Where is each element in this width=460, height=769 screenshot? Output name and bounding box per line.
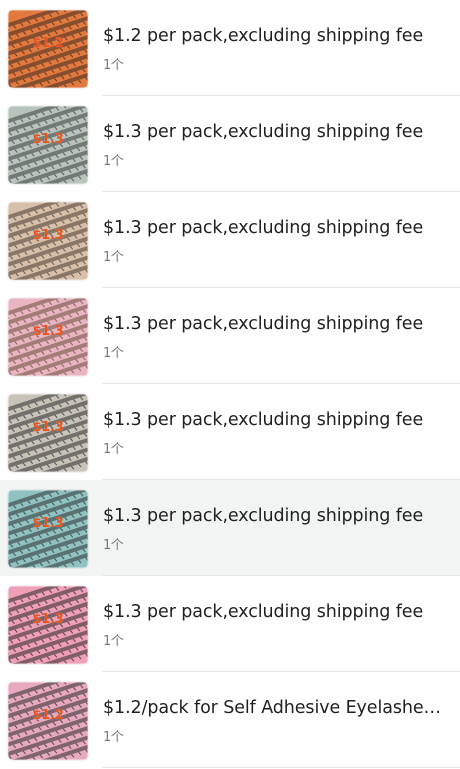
- list-item[interactable]: $1.2 $1.2/pack for Self Adhesive Eyelash…: [0, 672, 460, 768]
- product-thumbnail[interactable]: $1.3: [8, 298, 88, 376]
- thumbnail-price-label: $1.3: [32, 131, 64, 147]
- list-item[interactable]: $1.3 $1.3 per pack,excluding shipping fe…: [0, 96, 460, 192]
- thumbnail-price-label: $1.3: [32, 515, 64, 531]
- item-title: $1.3 per pack,excluding shipping fee: [103, 122, 424, 142]
- item-title: $1.3 per pack,excluding shipping fee: [103, 314, 424, 334]
- list-item[interactable]: $1.3 $1.3 per pack,excluding shipping fe…: [0, 192, 460, 288]
- list-item[interactable]: $1.3 $1.3 per pack,excluding shipping fe…: [0, 384, 460, 480]
- item-quantity: 1个: [103, 442, 124, 457]
- item-quantity: 1个: [103, 58, 124, 73]
- divider: [102, 767, 460, 768]
- item-title: $1.2 per pack,excluding shipping fee: [103, 26, 424, 46]
- list-item[interactable]: $1.2 $1.2 per pack,excluding shipping fe…: [0, 0, 460, 96]
- thumbnail-price-label: $1.3: [32, 323, 64, 339]
- item-title: $1.3 per pack,excluding shipping fee: [103, 602, 424, 622]
- item-title: $1.2/pack for Self Adhesive Eyelashes,ex…: [103, 698, 448, 718]
- list-item[interactable]: $1.3 $1.3 per pack,excluding shipping fe…: [0, 288, 460, 384]
- product-thumbnail[interactable]: $1.3: [8, 394, 88, 472]
- item-quantity: 1个: [103, 538, 124, 553]
- product-thumbnail[interactable]: $1.2: [8, 682, 88, 760]
- item-title: $1.3 per pack,excluding shipping fee: [103, 506, 424, 526]
- item-quantity: 1个: [103, 634, 124, 649]
- item-quantity: 1个: [103, 346, 124, 361]
- list-item[interactable]: $1.3 $1.3 per pack,excluding shipping fe…: [0, 480, 460, 576]
- product-thumbnail[interactable]: $1.3: [8, 106, 88, 184]
- item-quantity: 1个: [103, 154, 124, 169]
- thumbnail-price-label: $1.2: [32, 35, 64, 51]
- product-thumbnail[interactable]: $1.2: [8, 10, 88, 88]
- product-thumbnail[interactable]: $1.3: [8, 202, 88, 280]
- product-thumbnail[interactable]: $1.3: [8, 586, 88, 664]
- list-item[interactable]: $1.3 $1.3 per pack,excluding shipping fe…: [0, 576, 460, 672]
- product-list: $1.2 $1.2 per pack,excluding shipping fe…: [0, 0, 460, 768]
- thumbnail-price-label: $1.3: [32, 419, 64, 435]
- item-title: $1.3 per pack,excluding shipping fee: [103, 218, 424, 238]
- thumbnail-price-label: $1.3: [32, 611, 64, 627]
- item-quantity: 1个: [103, 250, 124, 265]
- thumbnail-price-label: $1.2: [32, 707, 64, 723]
- item-quantity: 1个: [103, 730, 124, 745]
- product-thumbnail[interactable]: $1.3: [8, 490, 88, 568]
- item-title: $1.3 per pack,excluding shipping fee: [103, 410, 424, 430]
- thumbnail-price-label: $1.3: [32, 227, 64, 243]
